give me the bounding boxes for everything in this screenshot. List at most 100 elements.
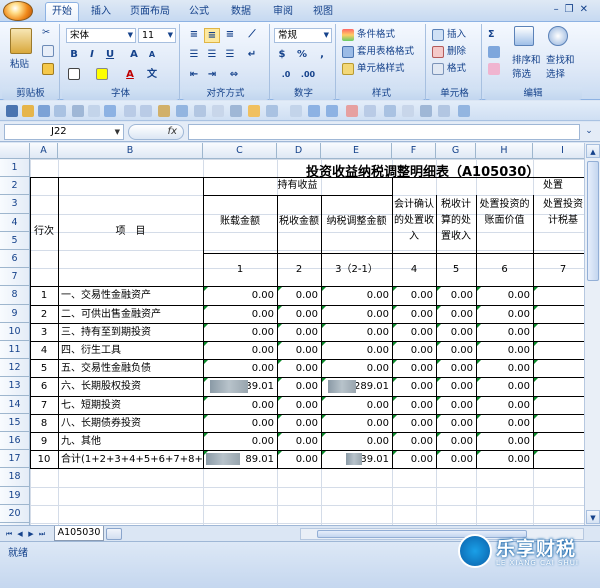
number-format-select[interactable]: 常规 ▼	[274, 28, 332, 43]
next-sheet-icon[interactable]: ▶	[26, 528, 36, 540]
column-header-a[interactable]: A	[30, 143, 58, 159]
align-center-button[interactable]: ☰	[204, 48, 220, 63]
increase-decimal-button[interactable]: .0	[278, 68, 294, 83]
row-header[interactable]: 18	[0, 468, 30, 487]
row-header[interactable]: 19	[0, 486, 30, 505]
close-icon[interactable]: ✕	[580, 4, 594, 15]
row-header[interactable]: 4	[0, 213, 30, 232]
shrink-font-button[interactable]: A	[144, 48, 160, 63]
row-header[interactable]: 1	[0, 159, 30, 178]
restore-icon[interactable]: ❐	[565, 4, 580, 15]
paste-button[interactable]	[10, 28, 32, 54]
prev-sheet-icon[interactable]: ◀	[15, 528, 25, 540]
find-select-button[interactable]	[548, 26, 568, 46]
row-header[interactable]: 8	[0, 286, 30, 305]
phonetic-button[interactable]: 文	[144, 68, 160, 83]
underline-button[interactable]: U	[102, 48, 118, 63]
format-painter-button[interactable]	[42, 62, 54, 76]
percent-button[interactable]: %	[294, 48, 310, 63]
font-color-button[interactable]: A	[122, 68, 138, 83]
calculator-icon[interactable]	[384, 105, 396, 117]
worksheet-grid[interactable]: A B C D E F G H I 1 2 3 4 5 6 7 8 9 10 11 12 13 14 15 16 17 18 19 20…	[0, 143, 584, 525]
bold-button[interactable]: B	[66, 48, 82, 63]
comment-icon[interactable]	[438, 105, 450, 117]
wrap-text-button[interactable]: ↵	[244, 48, 260, 63]
row-header[interactable]: 12	[0, 359, 30, 378]
undo-icon[interactable]	[38, 105, 50, 117]
minimize-icon[interactable]: –	[554, 4, 565, 15]
row-header[interactable]: 6	[0, 250, 30, 269]
delete-row-icon[interactable]	[346, 105, 358, 117]
format-as-table-button[interactable]: 套用表格格式	[342, 45, 414, 59]
row-header[interactable]: 7	[0, 268, 30, 287]
accounting-format-button[interactable]: $	[274, 48, 290, 63]
format-cells-button[interactable]: 格式	[432, 62, 466, 76]
column-header-c[interactable]: C	[203, 143, 277, 159]
align-top-button[interactable]: ≡	[186, 28, 202, 43]
sort-filter-button[interactable]	[514, 26, 534, 46]
tab-insert[interactable]: 插入	[86, 4, 116, 21]
macro-icon[interactable]	[420, 105, 432, 117]
table-icon[interactable]	[230, 105, 242, 117]
row-header[interactable]: 15	[0, 413, 30, 432]
last-sheet-icon[interactable]: ⏭	[37, 528, 47, 540]
chart-icon[interactable]	[176, 105, 188, 117]
merge-icon[interactable]	[212, 105, 224, 117]
insert-row-icon[interactable]	[308, 105, 320, 117]
fill-button[interactable]	[488, 45, 500, 59]
customize-qat-icon[interactable]	[458, 105, 470, 117]
scroll-up-icon[interactable]: ▲	[586, 144, 600, 158]
row-header[interactable]: 17	[0, 450, 30, 469]
merge-center-button[interactable]: ⇔	[226, 68, 242, 83]
orientation-button[interactable]: ⟋	[244, 28, 260, 43]
row-header[interactable]: 16	[0, 432, 30, 451]
increase-indent-button[interactable]: ⇥	[204, 68, 220, 83]
sheet-tab-a105030[interactable]: A105030	[54, 526, 104, 541]
office-button[interactable]	[3, 1, 33, 21]
tab-review[interactable]: 审阅	[268, 4, 298, 21]
insert-sheet-icon[interactable]	[106, 528, 122, 540]
freeze-icon[interactable]	[266, 105, 278, 117]
align-middle-button[interactable]: ≡	[204, 28, 220, 43]
row-header[interactable]: 11	[0, 341, 30, 360]
grow-font-button[interactable]: A	[126, 48, 142, 63]
row-header[interactable]: 20	[0, 504, 30, 523]
row-header[interactable]: 2	[0, 177, 30, 196]
select-all-corner[interactable]	[0, 143, 30, 159]
comma-button[interactable]: ,	[314, 48, 330, 63]
row-header[interactable]: 9	[0, 304, 30, 323]
column-header-e[interactable]: E	[321, 143, 392, 159]
row-header[interactable]: 13	[0, 377, 30, 396]
formula-input[interactable]	[188, 124, 580, 140]
font-name-select[interactable]: 宋体 ▼	[66, 28, 136, 43]
align-left-button[interactable]: ☰	[186, 48, 202, 63]
expand-formula-bar-icon[interactable]: ⌄	[582, 124, 596, 140]
column-header-d[interactable]: D	[277, 143, 321, 159]
tab-page-layout[interactable]: 页面布局	[128, 4, 172, 21]
autosum-button[interactable]: Σ	[488, 28, 495, 42]
sort-asc-icon[interactable]	[124, 105, 136, 117]
vertical-scrollbar[interactable]: ▲ ▼	[584, 143, 600, 525]
tab-home[interactable]: 开始	[45, 2, 79, 22]
tab-data[interactable]: 数据	[226, 4, 256, 21]
row-header[interactable]: 3	[0, 195, 30, 214]
tab-view[interactable]: 视图	[308, 4, 338, 21]
column-header-i[interactable]: I	[533, 143, 584, 159]
open-icon[interactable]	[22, 105, 34, 117]
copy-button[interactable]	[42, 44, 54, 58]
save-icon[interactable]	[6, 105, 18, 117]
preview-icon[interactable]	[88, 105, 100, 117]
cut-button[interactable]: ✂	[42, 26, 50, 40]
highlight-icon[interactable]	[248, 105, 260, 117]
scroll-down-icon[interactable]: ▼	[586, 510, 600, 524]
fill-down-icon[interactable]	[364, 105, 376, 117]
clear-button[interactable]	[488, 62, 500, 76]
italic-button[interactable]: I	[84, 48, 100, 63]
window-controls[interactable]: –❐✕	[554, 4, 594, 15]
column-header-h[interactable]: H	[476, 143, 533, 159]
align-right-button[interactable]: ☰	[222, 48, 238, 63]
insert-cells-button[interactable]: 插入	[432, 28, 466, 42]
first-sheet-icon[interactable]: ⏮	[4, 528, 14, 540]
cell-styles-button[interactable]: 单元格样式	[342, 62, 405, 76]
insert-function-button[interactable]: fx	[128, 124, 184, 140]
